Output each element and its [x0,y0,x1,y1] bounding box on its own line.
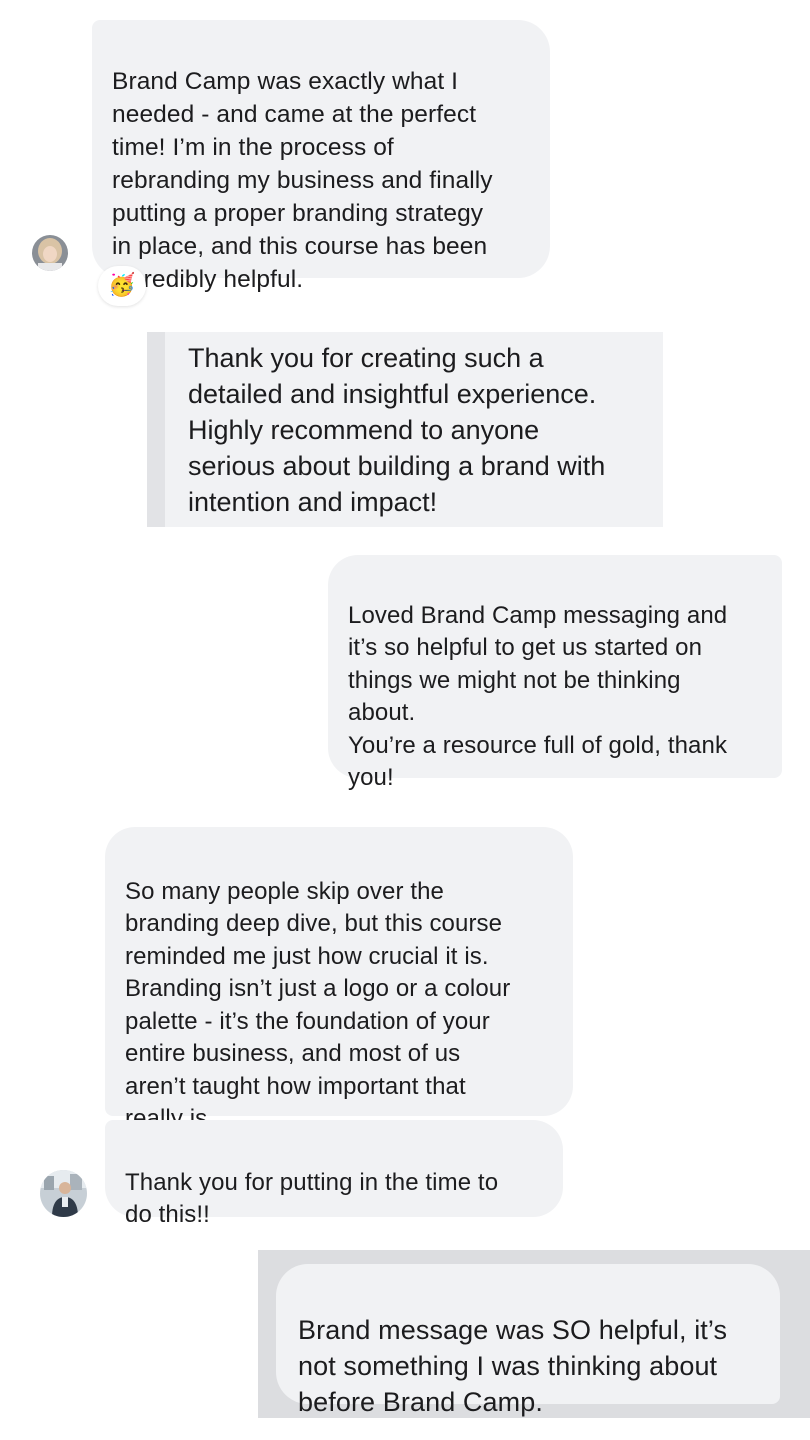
message-text: Brand message was SO helpful, it’s not s… [298,1315,728,1417]
quote-bar [147,332,165,527]
partying-face-icon: 🥳 [108,273,136,298]
message-bubble-2[interactable]: Thank you for creating such a detailed a… [147,332,663,527]
message-text: So many people skip over the branding de… [125,877,511,1133]
message-bubble-4[interactable]: So many people skip over the branding de… [105,827,573,1132]
message-bubble-5[interactable]: Thank you for putting in the time to do … [105,1120,563,1228]
message-frame-6: Brand message was SO helpful, it’s not s… [258,1250,810,1418]
message-text: Loved Brand Camp messaging and it’s so h… [348,601,728,792]
avatar-man[interactable] [40,1170,87,1217]
avatar-blonde-woman[interactable] [32,235,68,271]
message-text: Brand Camp was exactly what I needed - a… [112,68,493,293]
message-bubble-3[interactable]: Loved Brand Camp messaging and it’s so h… [328,555,782,791]
message-text: Thank you for putting in the time to do … [125,1168,499,1229]
message-bubble-6[interactable]: Brand message was SO helpful, it’s not s… [276,1264,780,1417]
reaction-partying-face[interactable]: 🥳 [98,266,146,306]
message-bubble-1[interactable]: Brand Camp was exactly what I needed - a… [92,20,550,293]
message-text: Thank you for creating such a detailed a… [188,343,606,517]
